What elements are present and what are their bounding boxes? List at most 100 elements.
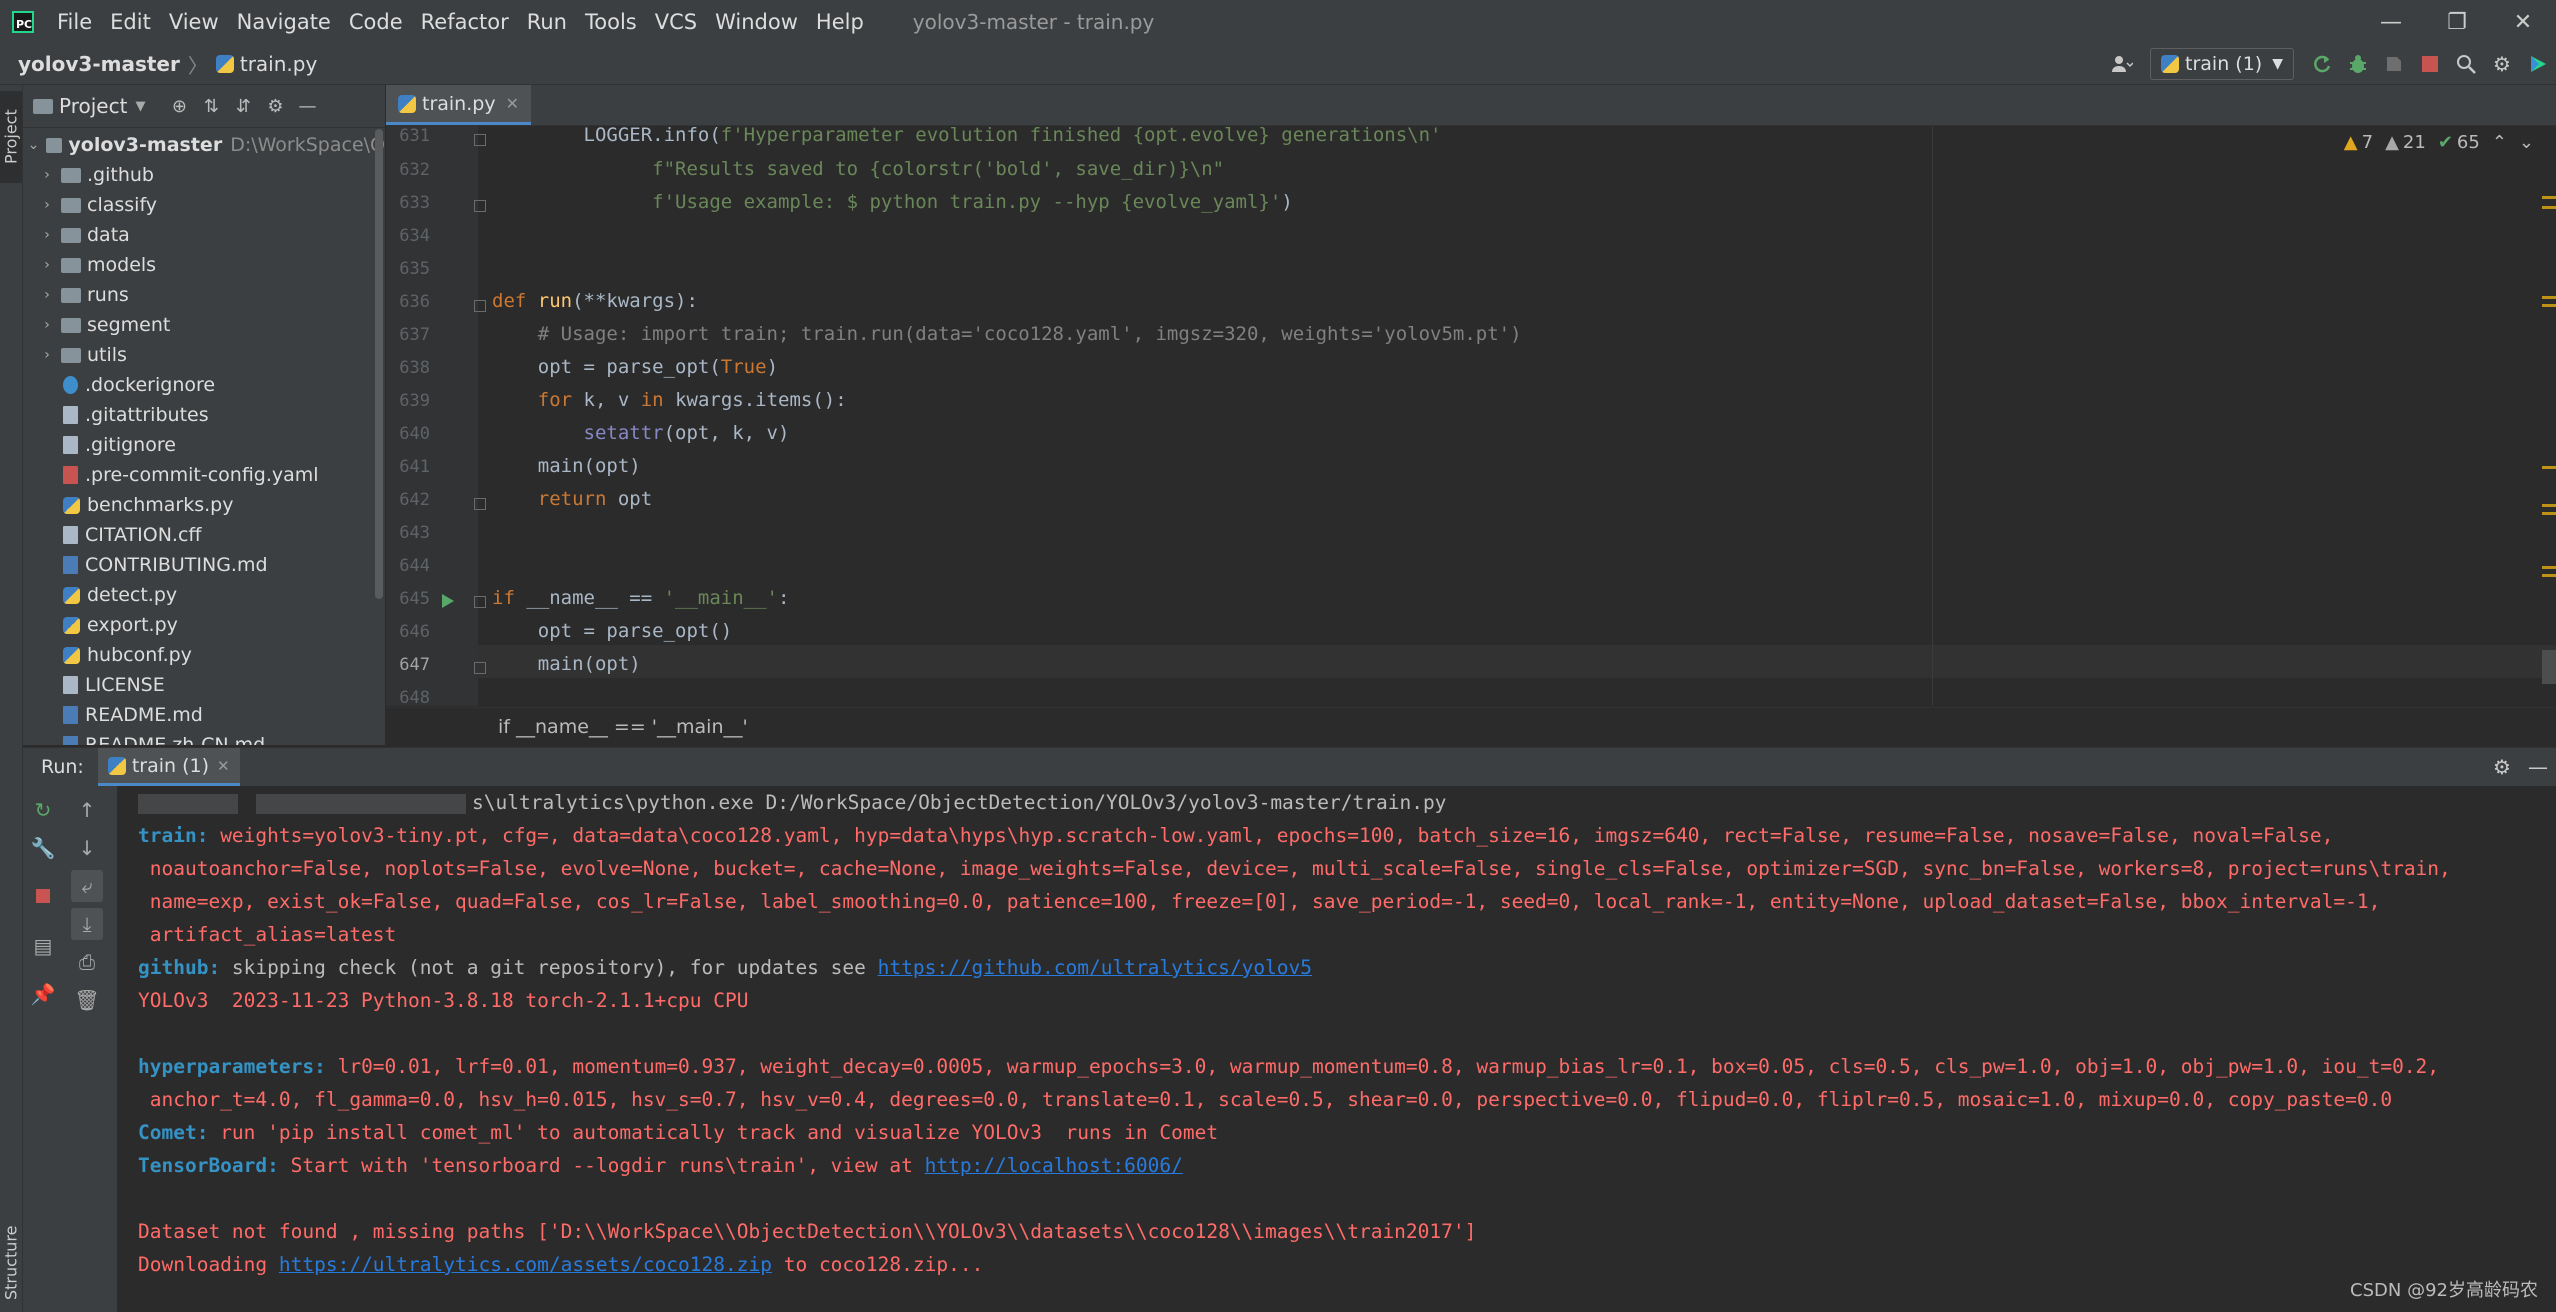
menu-edit[interactable]: Edit — [101, 10, 160, 34]
editor-scrollbar-thumb[interactable] — [2542, 650, 2556, 684]
tree-file[interactable]: .gitignore — [23, 430, 385, 460]
menu-code[interactable]: Code — [340, 10, 412, 34]
warning-stripe-marker[interactable] — [2542, 504, 2556, 507]
breadcrumb-file[interactable]: train.py — [215, 52, 317, 76]
stop-icon[interactable] — [27, 880, 59, 912]
run-tab-train[interactable]: train (1) ✕ — [97, 748, 240, 786]
run-gutter-icon[interactable] — [442, 594, 454, 608]
jetbrains-toolbox-icon[interactable] — [2520, 46, 2556, 82]
tree-folder[interactable]: › data — [23, 220, 385, 250]
run-console-output[interactable]: s\ultralytics\python.exe D:/WorkSpace/Ob… — [118, 786, 2556, 1312]
run-settings-gear-icon[interactable]: ⚙ — [2484, 749, 2520, 785]
hide-run-panel-icon[interactable]: — — [2520, 749, 2556, 785]
menu-navigate[interactable]: Navigate — [228, 10, 340, 34]
soft-wrap-icon[interactable]: ⤶ — [71, 870, 103, 902]
expand-all-icon[interactable]: ⇅ — [195, 90, 227, 122]
coverage-icon[interactable] — [2376, 46, 2412, 82]
warning-stripe-marker[interactable] — [2542, 206, 2556, 209]
project-tree-scrollbar[interactable] — [375, 129, 383, 599]
tab-train-py[interactable]: train.py ✕ — [386, 85, 531, 125]
editor-breadcrumb[interactable]: if __name__ == '__main__' — [498, 716, 748, 738]
tree-file[interactable]: LICENSE — [23, 670, 385, 700]
tree-file[interactable]: .gitattributes — [23, 400, 385, 430]
collapse-all-icon[interactable]: ⇵ — [227, 90, 259, 122]
tree-folder[interactable]: › utils — [23, 340, 385, 370]
rerun-icon[interactable] — [2304, 46, 2340, 82]
tree-file[interactable]: CONTRIBUTING.md — [23, 550, 385, 580]
warning-stripe-marker[interactable] — [2542, 512, 2556, 515]
fold-marker-icon[interactable] — [474, 596, 486, 608]
hide-panel-icon[interactable]: — — [291, 90, 323, 122]
warning-stripe-marker[interactable] — [2542, 196, 2556, 199]
debug-bug-icon[interactable] — [2340, 46, 2376, 82]
tree-root-yolov3-master[interactable]: ⌄ yolov3-master D:\WorkSpace\O — [23, 130, 385, 160]
tree-file[interactable]: detect.py — [23, 580, 385, 610]
search-icon[interactable] — [2448, 46, 2484, 82]
tree-file[interactable]: .dockerignore — [23, 370, 385, 400]
tree-file[interactable]: CITATION.cff — [23, 520, 385, 550]
tab-close-icon[interactable]: ✕ — [506, 94, 519, 113]
warning-stripe-marker[interactable] — [2542, 566, 2556, 569]
console-link-tensorboard[interactable]: http://localhost:6006/ — [925, 1154, 1183, 1177]
structure-tool-tab[interactable]: Structure — [0, 1215, 22, 1311]
restore-button[interactable]: ❐ — [2424, 0, 2490, 44]
console-link-download[interactable]: https://ultralytics.com/assets/coco128.z… — [279, 1253, 772, 1276]
scroll-to-end-icon[interactable]: ⤓ — [71, 908, 103, 940]
next-highlight-icon[interactable]: ⌄ — [2519, 132, 2534, 153]
fold-marker-icon[interactable] — [474, 498, 486, 510]
tree-file[interactable]: hubconf.py — [23, 640, 385, 670]
tree-folder[interactable]: › .github — [23, 160, 385, 190]
console-link-github[interactable]: https://github.com/ultralytics/yolov5 — [878, 956, 1312, 979]
stop-icon[interactable] — [2412, 46, 2448, 82]
fold-marker-icon[interactable] — [474, 134, 486, 146]
tree-file[interactable]: README.md — [23, 700, 385, 730]
weak-warnings-count[interactable]: ▲ 21 — [2385, 132, 2426, 153]
warning-stripe-marker[interactable] — [2542, 466, 2556, 469]
print-icon[interactable]: ⎙ — [71, 946, 103, 978]
project-tool-tab[interactable]: Project — [0, 91, 22, 183]
tree-file[interactable]: benchmarks.py — [23, 490, 385, 520]
fold-marker-icon[interactable] — [474, 662, 486, 674]
menu-refactor[interactable]: Refactor — [412, 10, 518, 34]
menu-file[interactable]: File — [48, 10, 101, 34]
settings-gear-icon[interactable]: ⚙ — [2484, 46, 2520, 82]
modify-config-wrench-icon[interactable]: 🔧 — [27, 832, 59, 864]
warnings-count[interactable]: ▲ 7 — [2344, 132, 2373, 153]
close-window-button[interactable]: ✕ — [2490, 0, 2556, 44]
pin-tab-icon[interactable]: 📌 — [27, 978, 59, 1010]
fold-marker-icon[interactable] — [474, 300, 486, 312]
run-tab-close-icon[interactable]: ✕ — [217, 757, 230, 775]
menu-tools[interactable]: Tools — [576, 10, 646, 34]
tree-folder[interactable]: › classify — [23, 190, 385, 220]
run-configuration-select[interactable]: train (1) ▼ — [2150, 48, 2294, 80]
code-editor[interactable]: 631 632 633 634 635 636 637 638 639 640 … — [386, 126, 2556, 706]
tree-folder[interactable]: › models — [23, 250, 385, 280]
fold-marker-icon[interactable] — [474, 200, 486, 212]
project-view-selector[interactable]: Project ▼ — [27, 94, 145, 118]
minimize-button[interactable]: — — [2358, 0, 2424, 44]
menu-help[interactable]: Help — [807, 10, 873, 34]
inspection-widget[interactable]: ▲ 7 ▲ 21 ✔ 65 ⌃ ⌄ — [2332, 132, 2534, 153]
typo-ok-count[interactable]: ✔ 65 — [2438, 132, 2480, 153]
warning-stripe-marker[interactable] — [2542, 296, 2556, 299]
locate-crosshair-icon[interactable]: ⊕ — [163, 90, 195, 122]
menu-vcs[interactable]: VCS — [646, 10, 706, 34]
tree-folder[interactable]: › segment — [23, 310, 385, 340]
tree-file[interactable]: .pre-commit-config.yaml — [23, 460, 385, 490]
previous-highlight-icon[interactable]: ⌃ — [2492, 132, 2507, 153]
panel-settings-gear-icon[interactable]: ⚙ — [259, 90, 291, 122]
breadcrumb-project[interactable]: yolov3-master — [18, 52, 180, 76]
menu-run[interactable]: Run — [518, 10, 576, 34]
menu-view[interactable]: View — [160, 10, 228, 34]
layout-icon[interactable]: ▤ — [27, 930, 59, 962]
scroll-down-arrow-icon[interactable]: ↓ — [71, 832, 103, 864]
menu-window[interactable]: Window — [706, 10, 807, 34]
clear-trash-icon[interactable]: 🗑 — [71, 984, 103, 1016]
tree-file[interactable]: export.py — [23, 610, 385, 640]
warning-stripe-marker[interactable] — [2542, 574, 2556, 577]
tree-folder[interactable]: › runs — [23, 280, 385, 310]
warning-stripe-marker[interactable] — [2542, 304, 2556, 307]
scroll-up-arrow-icon[interactable]: ↑ — [71, 794, 103, 826]
tree-file[interactable]: README.zh-CN.md — [23, 730, 385, 745]
user-icon[interactable] — [2104, 46, 2140, 82]
